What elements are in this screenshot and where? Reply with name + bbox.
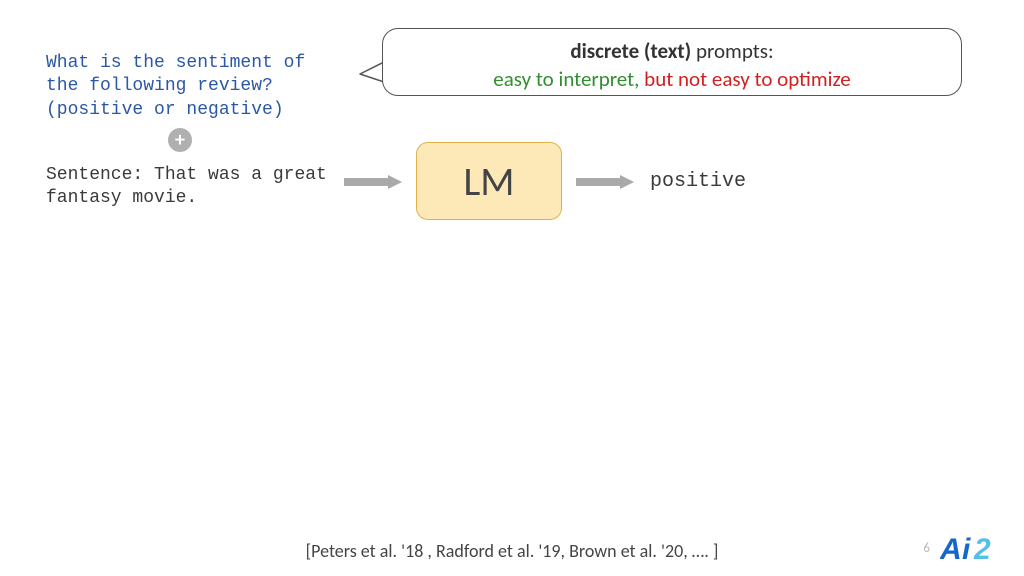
- page-number: 6: [923, 541, 930, 556]
- callout-bold: discrete (text): [570, 38, 691, 64]
- callout-line-1: discrete (text) prompts:: [401, 37, 943, 65]
- callout-red: but not easy to optimize: [639, 66, 850, 92]
- svg-text:2: 2: [973, 533, 991, 566]
- svg-text:A: A: [940, 533, 962, 566]
- output-text: positive: [650, 170, 746, 193]
- callout-box: discrete (text) prompts: easy to interpr…: [382, 28, 962, 96]
- citation: [Peters et al. '18 , Radford et al. '19,…: [0, 540, 1024, 562]
- svg-text:i: i: [962, 533, 971, 566]
- arrow-input: [344, 175, 402, 189]
- sentence-text: Sentence: That was a great fantasy movie…: [46, 164, 336, 211]
- callout-line-2: easy to interpret, but not easy to optim…: [401, 65, 943, 93]
- callout-rest1: prompts:: [691, 38, 773, 64]
- lm-box: LM: [416, 142, 562, 220]
- prompt-text: What is the sentiment of the following r…: [46, 52, 336, 122]
- arrow-output: [576, 175, 634, 189]
- ai2-logo: A i 2: [940, 532, 1006, 566]
- callout-green: easy to interpret,: [493, 66, 639, 92]
- lm-label: LM: [463, 157, 514, 206]
- plus-icon: [168, 128, 192, 152]
